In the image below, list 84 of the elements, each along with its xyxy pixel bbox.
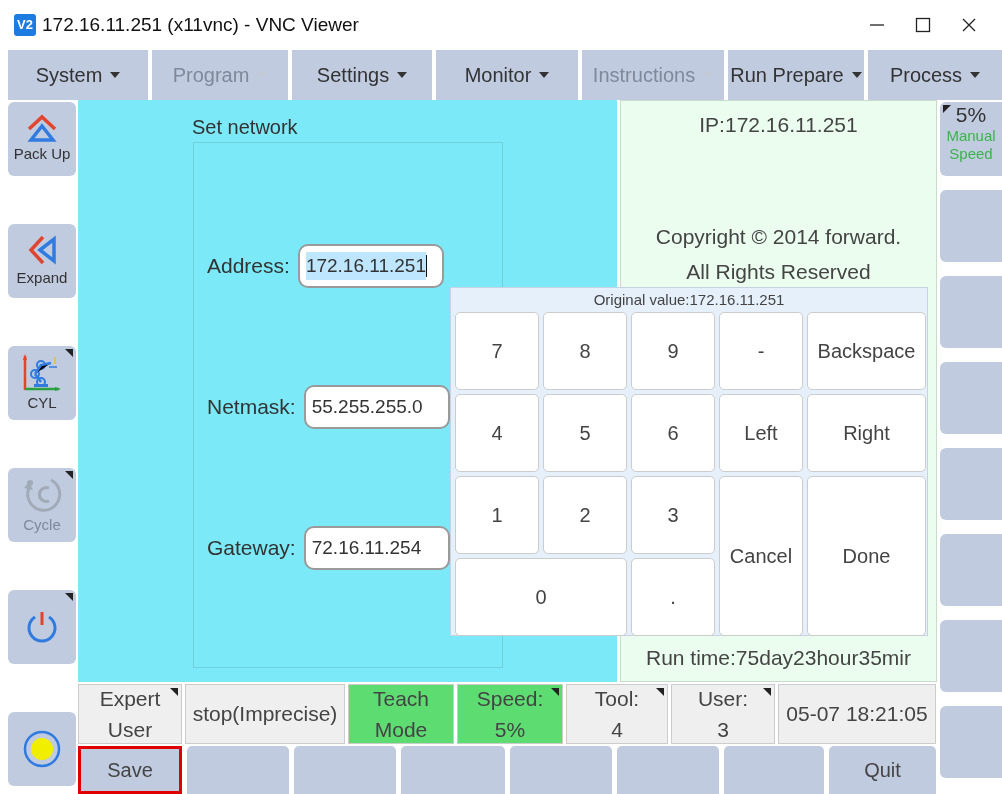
caret-icon xyxy=(970,72,981,78)
status-cell[interactable]: Tool: 4 xyxy=(566,684,668,744)
bottom-button[interactable]: Quit xyxy=(829,746,936,794)
menu-button[interactable]: Settings xyxy=(292,50,432,100)
tool-button[interactable]: Expand xyxy=(8,224,76,298)
key-button[interactable]: 4 xyxy=(455,394,539,472)
keypad-header: Original value:172.16.11.251 xyxy=(592,290,786,310)
caret-icon xyxy=(851,72,862,78)
menu-indicator-icon xyxy=(943,105,951,113)
menu-button[interactable]: System xyxy=(8,50,148,100)
caret-icon xyxy=(397,72,408,78)
blank-button[interactable] xyxy=(617,746,719,794)
tool-button[interactable] xyxy=(8,712,76,786)
menu-button[interactable]: Run Prepare xyxy=(728,50,864,100)
blank-button[interactable] xyxy=(940,276,1002,348)
status-text: Speed: xyxy=(476,685,544,712)
blank-button[interactable] xyxy=(940,706,1002,778)
key-button[interactable]: 6 xyxy=(631,394,715,472)
menu-button[interactable]: Process xyxy=(868,50,1002,100)
window-title: 172.16.11.251 (x11vnc) - VNC Viewer xyxy=(42,12,359,37)
blank-button[interactable] xyxy=(940,362,1002,434)
power-button[interactable] xyxy=(8,590,76,664)
key-button[interactable]: Left xyxy=(719,394,803,472)
status-text: 05-07 18:21:05 xyxy=(786,701,928,728)
status-text: Tool: xyxy=(594,685,640,712)
key-button[interactable]: Cancel xyxy=(719,476,803,636)
blank-button[interactable] xyxy=(187,746,289,794)
status-text: stop(Imprecise) xyxy=(192,701,338,728)
maximize-icon xyxy=(915,17,931,33)
blank-button[interactable] xyxy=(510,746,612,794)
app-logo: V2 xyxy=(14,14,36,36)
input-field[interactable]: 55.255.255.0 xyxy=(303,385,450,429)
blank-button[interactable] xyxy=(401,746,505,794)
chevron-up-icon xyxy=(25,112,59,143)
key-button[interactable]: 0 xyxy=(455,558,627,636)
status-cell[interactable]: Expert User xyxy=(78,684,182,744)
key-button[interactable]: 7 xyxy=(455,312,539,390)
key-button[interactable]: . xyxy=(631,558,715,636)
caret-icon xyxy=(539,72,550,78)
key-button[interactable]: Right xyxy=(807,394,926,472)
field-label: Gateway: xyxy=(207,535,296,562)
status-text: Mode xyxy=(374,717,428,743)
status-text: Expert xyxy=(99,685,161,712)
blank-button[interactable] xyxy=(724,746,824,794)
close-icon xyxy=(961,17,977,33)
tool-button[interactable]: Pack Up xyxy=(8,102,76,176)
status-text: 5% xyxy=(494,717,526,743)
bottom-button[interactable]: Save xyxy=(78,746,182,794)
ip-text: IP:172.16.11.251 xyxy=(699,112,858,138)
status-text: Teach xyxy=(372,685,429,712)
copyright-text: Copyright © 2014 forward. xyxy=(655,223,902,250)
status-cell[interactable]: User: 3 xyxy=(671,684,775,744)
key-button[interactable]: Backspace xyxy=(807,312,926,390)
blank-button[interactable] xyxy=(294,746,396,794)
form-title: Set network xyxy=(192,115,298,140)
input-field[interactable]: 172.16.11.251 xyxy=(297,244,444,288)
speed-button[interactable]: 5% Manual Speed xyxy=(940,102,1002,176)
field-label: Netmask: xyxy=(207,394,296,421)
input-field[interactable]: 72.16.11.254 xyxy=(303,526,450,570)
menu-button[interactable]: Monitor xyxy=(436,50,578,100)
minimize-icon xyxy=(870,24,884,26)
caret-icon xyxy=(110,72,121,78)
status-text: User: xyxy=(697,685,749,712)
status-text: User xyxy=(107,717,153,743)
lamp-icon xyxy=(22,729,62,769)
blank-button[interactable] xyxy=(940,620,1002,692)
status-text: 3 xyxy=(717,717,729,743)
tool-button[interactable]: CYL xyxy=(8,346,76,420)
run-time-text: Run time:75day23hour35mir xyxy=(646,644,911,671)
field-label: Address: xyxy=(207,253,290,280)
key-button[interactable]: 5 xyxy=(543,394,627,472)
key-button[interactable]: Done xyxy=(807,476,926,636)
key-button[interactable]: 8 xyxy=(543,312,627,390)
status-cell[interactable]: Speed: 5% xyxy=(457,684,563,744)
blank-button[interactable] xyxy=(940,534,1002,606)
key-button[interactable]: - xyxy=(719,312,803,390)
blank-button[interactable] xyxy=(940,448,1002,520)
key-button[interactable]: 9 xyxy=(631,312,715,390)
blank-button[interactable] xyxy=(940,190,1002,262)
key-button[interactable]: 3 xyxy=(631,476,715,554)
rights-text: All Rights Reserved xyxy=(686,259,871,285)
status-text: 4 xyxy=(611,717,623,743)
key-button[interactable]: 1 xyxy=(455,476,539,554)
key-button[interactable]: 2 xyxy=(543,476,627,554)
